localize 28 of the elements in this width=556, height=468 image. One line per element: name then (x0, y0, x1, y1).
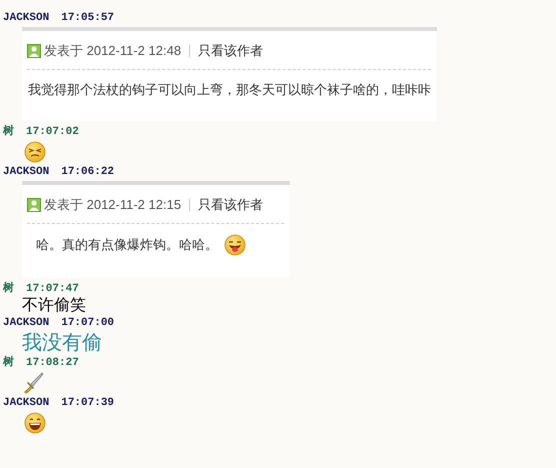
message-text: 我没有偷 (22, 330, 102, 356)
grin-emoji-icon (24, 412, 46, 434)
quote-text: 我觉得那个法杖的钩子可以向上弯，那冬天可以晾个袜子啥的，哇咔咔 (28, 80, 431, 98)
user-icon (27, 198, 41, 212)
quote-text: 哈。真的有点像爆炸钩。哈哈。 (35, 236, 218, 254)
message-time: 17:07:02 (26, 125, 79, 139)
sender-name: 树 (3, 282, 14, 296)
post-date: 发表于 2012-11-2 12:48 (44, 42, 182, 60)
sender-name: JACKSON (3, 165, 50, 179)
tongue-emoji-icon (224, 234, 246, 256)
squint-emoji-icon (24, 141, 46, 163)
sword-icon (24, 372, 44, 394)
sender-name: 树 (3, 125, 14, 139)
message-time: 17:07:00 (61, 316, 114, 330)
sender-name: 树 (3, 356, 14, 370)
author-only-link[interactable]: 只看该作者 (198, 41, 264, 60)
post-date: 发表于 2012-11-2 12:15 (44, 196, 182, 214)
message-time: 17:07:47 (26, 282, 79, 296)
user-icon (27, 44, 41, 58)
message-time: 17:05:57 (61, 11, 114, 25)
sender-name: JACKSON (3, 316, 50, 330)
author-only-link[interactable]: 只看该作者 (198, 195, 264, 214)
sender-name: JACKSON (3, 11, 50, 25)
message-time: 17:08:27 (26, 356, 79, 370)
message-time: 17:06:22 (61, 165, 114, 179)
message-time: 17:07:39 (61, 396, 114, 410)
message-text: 不许偷笑 (22, 296, 86, 316)
sender-name: JACKSON (3, 396, 50, 410)
